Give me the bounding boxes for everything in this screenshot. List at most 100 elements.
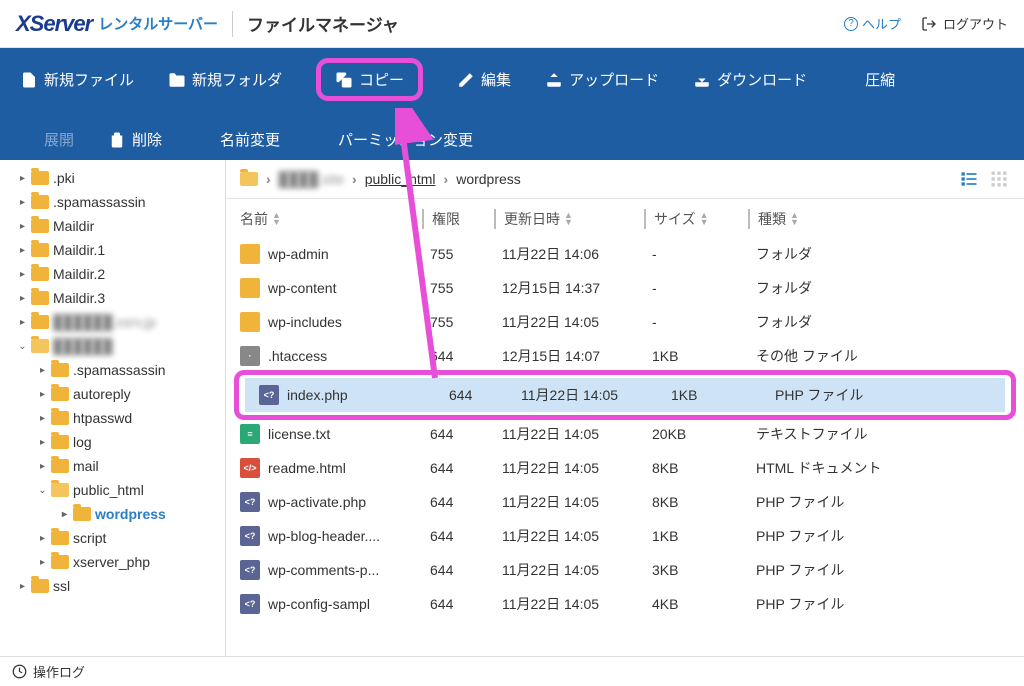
col-date[interactable]: 更新日時▲▼ (494, 209, 644, 229)
caret-icon[interactable]: ▸ (18, 318, 27, 327)
new-file-button[interactable]: 新規ファイル (20, 69, 134, 90)
tree-label: script (73, 530, 106, 546)
tree-label: log (73, 434, 92, 450)
col-size[interactable]: サイズ▲▼ (644, 209, 748, 229)
compress-button[interactable]: 圧縮 (841, 69, 895, 90)
caret-icon[interactable]: ▸ (18, 222, 27, 231)
tree-item[interactable]: ▸ script (0, 526, 225, 550)
tree-label: public_html (73, 482, 144, 498)
copy-button[interactable]: コピー (316, 58, 423, 101)
folder-icon[interactable] (240, 172, 258, 186)
caret-icon[interactable]: ▸ (38, 558, 47, 567)
file-date: 11月22日 14:05 (494, 594, 644, 614)
caret-icon[interactable]: ▸ (38, 366, 47, 375)
tree-item[interactable]: ▸Maildir.2 (0, 262, 225, 286)
file-row[interactable]: wp-content75512月15日 14:37-フォルダ (226, 271, 1024, 305)
col-name[interactable]: 名前▲▼ (240, 209, 422, 229)
tree-item[interactable]: ▸Maildir (0, 214, 225, 238)
delete-button[interactable]: 削除 (108, 129, 162, 150)
tree-label: .pki (53, 170, 75, 186)
help-link[interactable]: ? ヘルプ (844, 14, 901, 33)
folder-icon (31, 219, 49, 233)
file-size: - (644, 246, 748, 262)
tree-item[interactable]: ▸.spamassassin (0, 190, 225, 214)
logout-icon (921, 16, 937, 32)
caret-icon[interactable]: ▸ (18, 294, 27, 303)
tree-item[interactable]: ▸ log (0, 430, 225, 454)
upload-icon (545, 71, 563, 89)
folder-icon (51, 555, 69, 569)
file-row[interactable]: <?wp-config-sampl64411月22日 14:054KBPHP フ… (226, 587, 1024, 621)
tree-item[interactable]: ▸ .pki (0, 166, 225, 190)
edit-button[interactable]: 編集 (457, 69, 511, 90)
file-row[interactable]: wp-admin75511月22日 14:06-フォルダ (226, 237, 1024, 271)
file-name: license.txt (268, 426, 330, 442)
tree-item[interactable]: ▸Maildir.1 (0, 238, 225, 262)
rename-button[interactable]: 名前変更 (196, 129, 280, 150)
tree-item[interactable]: ▸Maildir.3 (0, 286, 225, 310)
operation-log-label[interactable]: 操作ログ (33, 662, 85, 681)
caret-icon[interactable]: ▸ (38, 390, 47, 399)
trash-icon (108, 131, 126, 149)
file-row[interactable]: <?wp-blog-header....64411月22日 14:051KBPH… (226, 519, 1024, 553)
grid-view-icon[interactable] (988, 168, 1010, 190)
tree-item[interactable]: ▸ssl (0, 574, 225, 598)
caret-icon[interactable]: ▸ (38, 462, 47, 471)
caret-icon[interactable]: ▸ (38, 414, 47, 423)
download-button[interactable]: ダウンロード (693, 69, 807, 90)
upload-button[interactable]: アップロード (545, 69, 659, 90)
download-icon (693, 71, 711, 89)
breadcrumb-site[interactable]: ████.site (279, 171, 344, 187)
caret-icon[interactable]: ▸ (38, 438, 47, 447)
file-row[interactable]: ≡license.txt64411月22日 14:0520KBテキストファイル (226, 417, 1024, 451)
col-permission[interactable]: 権限 (422, 209, 494, 229)
tree-item[interactable]: ▸ mail (0, 454, 225, 478)
folder-icon (51, 531, 69, 545)
file-date: 12月15日 14:07 (494, 346, 644, 366)
file-row[interactable]: wp-includes75511月22日 14:05-フォルダ (226, 305, 1024, 339)
caret-icon[interactable]: ▸ (18, 174, 27, 183)
tree-label: mail (73, 458, 99, 474)
caret-icon[interactable]: ▸ (18, 582, 27, 591)
file-row[interactable]: ·.htaccess64412月15日 14:071KBその他 ファイル (226, 339, 1024, 373)
tree-item[interactable]: ▸██████.xsrv.jp (0, 310, 225, 334)
tree-item[interactable]: ▸autoreply (0, 382, 225, 406)
file-perm: 644 (422, 596, 494, 612)
file-name: wp-blog-header.... (268, 528, 380, 544)
caret-icon[interactable]: ▸ (18, 198, 27, 207)
file-row[interactable]: </>readme.html64411月22日 14:058KBHTML ドキュ… (226, 451, 1024, 485)
tree-item[interactable]: ▸.spamassassin (0, 358, 225, 382)
tree-item[interactable]: ▸ wordpress (0, 502, 225, 526)
file-row[interactable]: <?wp-activate.php64411月22日 14:058KBPHP フ… (226, 485, 1024, 519)
php-icon: <? (240, 526, 260, 546)
caret-icon[interactable]: ⌄ (38, 486, 47, 495)
breadcrumb-wordpress[interactable]: wordpress (456, 171, 521, 187)
permission-button[interactable]: パーミッション変更 (314, 129, 473, 150)
file-date: 11月22日 14:05 (494, 526, 644, 546)
folder-icon (31, 195, 49, 209)
folder-icon (31, 267, 49, 281)
list-view-icon[interactable] (958, 168, 980, 190)
caret-icon[interactable]: ▸ (38, 534, 47, 543)
tree-item[interactable]: ▸xserver_php (0, 550, 225, 574)
caret-icon[interactable]: ⌄ (18, 342, 27, 351)
tree-item[interactable]: ▸htpasswd (0, 406, 225, 430)
tree-item[interactable]: ⌄ public_html (0, 478, 225, 502)
logout-link[interactable]: ログアウト (921, 14, 1008, 33)
caret-icon[interactable]: ▸ (18, 270, 27, 279)
caret-icon[interactable]: ▸ (60, 510, 69, 519)
file-date: 11月22日 14:05 (494, 560, 644, 580)
folder-icon (240, 312, 260, 332)
tree-label: wordpress (95, 506, 166, 522)
tree-label: ██████ (53, 338, 113, 354)
new-folder-button[interactable]: 新規フォルダ (168, 69, 282, 90)
sort-icon: ▲▼ (700, 212, 709, 226)
col-type[interactable]: 種類▲▼ (748, 209, 1010, 229)
file-row[interactable]: <?index.php64411月22日 14:051KBPHP ファイル (245, 378, 1005, 412)
caret-icon[interactable]: ▸ (18, 246, 27, 255)
folder-tree[interactable]: ▸.pki▸.spamassassin▸Maildir▸Maildir.1▸Ma… (0, 160, 226, 656)
file-row[interactable]: <?wp-comments-p...64411月22日 14:053KBPHP … (226, 553, 1024, 587)
folder-icon (31, 339, 49, 353)
tree-item[interactable]: ⌄ ██████ (0, 334, 225, 358)
breadcrumb-public-html[interactable]: public_html (365, 171, 436, 187)
